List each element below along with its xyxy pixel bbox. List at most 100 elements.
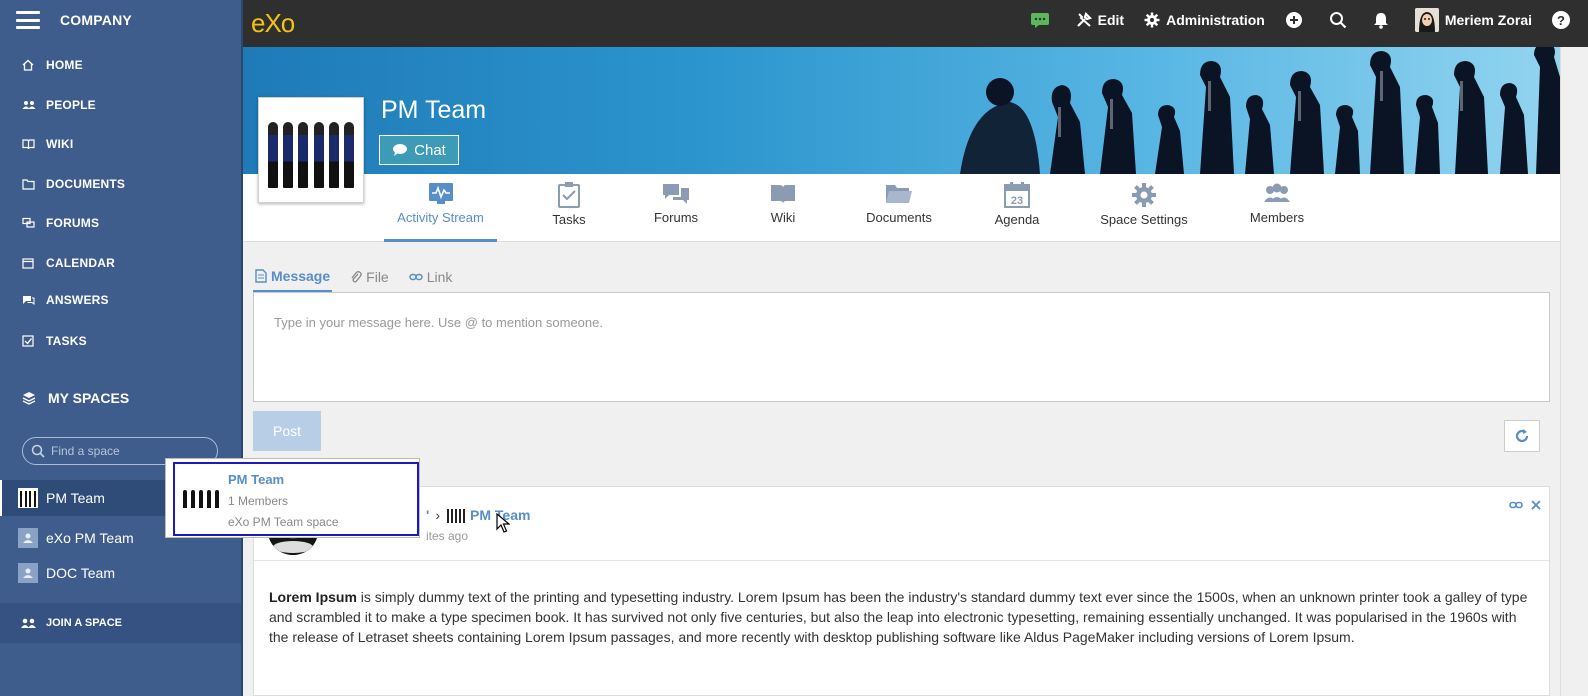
author-name[interactable]: ' bbox=[426, 507, 429, 523]
my-spaces-header[interactable]: MY SPACES bbox=[22, 390, 129, 406]
tasks-icon bbox=[22, 335, 36, 347]
popover-description: eXo PM Team space bbox=[228, 515, 339, 529]
nav-item-home[interactable]: HOME bbox=[0, 48, 243, 82]
edit-label: Edit bbox=[1097, 12, 1125, 28]
tab-space-settings[interactable]: Space Settings bbox=[1098, 174, 1190, 242]
nav-label: CALENDAR bbox=[46, 256, 115, 270]
post-button[interactable]: Post bbox=[253, 411, 321, 451]
nav-label: DOCUMENTS bbox=[46, 177, 126, 191]
space-mini-avatar bbox=[446, 507, 466, 523]
page-scrollbar[interactable] bbox=[1560, 47, 1588, 696]
tab-activity-stream[interactable]: Activity Stream bbox=[384, 174, 497, 242]
members-icon bbox=[1264, 183, 1290, 202]
folder-icon bbox=[886, 185, 912, 203]
topbar-actions: Edit Administration Meriem Zorai ? bbox=[1030, 0, 1588, 40]
chat-button[interactable]: Chat bbox=[379, 135, 459, 165]
tab-label: Agenda bbox=[994, 212, 1040, 227]
activity-actions bbox=[1501, 497, 1541, 513]
gear-icon bbox=[1132, 183, 1156, 207]
tab-label: Wiki bbox=[770, 210, 796, 225]
tab-documents[interactable]: Documents bbox=[863, 174, 935, 242]
top-navigation-bar: eXo Edit Administration Meriem Zorai ? bbox=[243, 0, 1588, 47]
people-icon bbox=[22, 99, 36, 111]
join-space-button[interactable]: JOIN A SPACE bbox=[0, 603, 243, 643]
popover-content[interactable]: PM Team 1 Members eXo PM Team space bbox=[173, 462, 419, 536]
space-title: PM Team bbox=[381, 96, 487, 124]
refresh-button[interactable] bbox=[1504, 420, 1540, 452]
tab-label: Documents bbox=[866, 210, 932, 225]
tab-label: Tasks bbox=[552, 212, 586, 227]
nav-label: HOME bbox=[46, 58, 83, 72]
forums-icon bbox=[22, 217, 36, 229]
tab-wiki[interactable]: Wiki bbox=[763, 174, 803, 242]
nav-item-answers[interactable]: ANSWERS bbox=[0, 283, 243, 317]
tab-tasks[interactable]: Tasks bbox=[541, 174, 597, 242]
space-label: eXo PM Team bbox=[46, 530, 134, 546]
exo-logo[interactable]: eXo bbox=[251, 8, 295, 39]
chat-status-button[interactable] bbox=[1030, 12, 1056, 28]
company-label[interactable]: COMPANY bbox=[60, 12, 132, 28]
permalink-icon[interactable] bbox=[1509, 497, 1523, 513]
search-button[interactable] bbox=[1329, 11, 1353, 29]
composer-tabs: Message File Link bbox=[253, 262, 470, 292]
user-name: Meriem Zorai bbox=[1444, 12, 1532, 28]
activity-icon bbox=[428, 183, 453, 204]
help-icon[interactable]: ? bbox=[1552, 11, 1570, 29]
space-avatar[interactable] bbox=[258, 97, 364, 203]
composer-tab-file[interactable]: File bbox=[348, 262, 391, 292]
layers-icon bbox=[22, 392, 36, 405]
composer-tab-label: File bbox=[366, 269, 389, 285]
tab-agenda[interactable]: 23 Agenda bbox=[991, 174, 1043, 242]
search-icon bbox=[31, 444, 45, 458]
nav-label: TASKS bbox=[46, 334, 87, 348]
user-menu[interactable]: Meriem Zorai bbox=[1414, 8, 1532, 32]
tab-label: Space Settings bbox=[1100, 212, 1188, 227]
popover-space-avatar bbox=[181, 478, 221, 508]
nav-item-tasks[interactable]: TASKS bbox=[0, 324, 243, 358]
refresh-icon bbox=[1515, 429, 1529, 443]
tab-members[interactable]: Members bbox=[1249, 174, 1305, 242]
join-space-label: JOIN A SPACE bbox=[46, 617, 122, 629]
chat-label: Chat bbox=[414, 141, 446, 159]
join-space-icon bbox=[21, 618, 36, 628]
nav-item-calendar[interactable]: CALENDAR bbox=[0, 246, 243, 280]
nav-label: FORUMS bbox=[46, 216, 100, 230]
composer-tab-link[interactable]: Link bbox=[407, 262, 455, 292]
administration-label: Administration bbox=[1166, 12, 1265, 28]
popover-members-count: 1 Members bbox=[228, 494, 289, 508]
space-item-doc-team[interactable]: DOC Team bbox=[0, 555, 243, 591]
nav-item-forums[interactable]: FORUMS bbox=[0, 206, 243, 240]
nav-item-documents[interactable]: DOCUMENTS bbox=[0, 167, 243, 201]
message-input[interactable] bbox=[274, 315, 1529, 375]
left-sidebar: COMPANY HOME PEOPLE WIKI DOCUMENTS FORUM… bbox=[0, 0, 243, 696]
activity-body-bold: Lorem Ipsum bbox=[269, 589, 357, 605]
space-hover-popover: PM Team 1 Members eXo PM Team space bbox=[165, 458, 420, 538]
nav-label: PEOPLE bbox=[46, 98, 96, 112]
activity-header: ' › PM Team ites ago bbox=[254, 487, 1549, 561]
administration-menu[interactable]: Administration bbox=[1144, 12, 1265, 28]
composer-tab-label: Link bbox=[426, 269, 453, 285]
composer-tab-label: Message bbox=[271, 268, 331, 284]
close-icon[interactable] bbox=[1531, 497, 1541, 513]
popover-space-title[interactable]: PM Team bbox=[228, 472, 284, 487]
space-thumbnail bbox=[18, 488, 38, 508]
find-space-input[interactable] bbox=[51, 444, 211, 458]
edit-menu[interactable]: Edit bbox=[1076, 12, 1124, 28]
link-icon bbox=[409, 273, 423, 281]
composer-tab-message[interactable]: Message bbox=[253, 262, 333, 292]
calendar-icon bbox=[22, 257, 36, 269]
notifications-button[interactable] bbox=[1373, 11, 1395, 29]
add-button[interactable] bbox=[1285, 11, 1309, 29]
tab-forums[interactable]: Forums bbox=[648, 174, 704, 242]
message-icon bbox=[255, 269, 267, 283]
user-avatar bbox=[1414, 8, 1439, 32]
activity-body: Lorem Ipsum is simply dummy text of the … bbox=[254, 561, 1549, 647]
forums-icon bbox=[663, 184, 689, 204]
space-default-icon bbox=[18, 528, 38, 548]
tasks-icon bbox=[558, 182, 580, 208]
svg-text:23: 23 bbox=[1011, 195, 1023, 207]
calendar-icon: 23 bbox=[1004, 182, 1030, 208]
nav-item-wiki[interactable]: WIKI bbox=[0, 127, 243, 161]
hamburger-menu-icon[interactable] bbox=[16, 11, 40, 29]
nav-item-people[interactable]: PEOPLE bbox=[0, 88, 243, 122]
